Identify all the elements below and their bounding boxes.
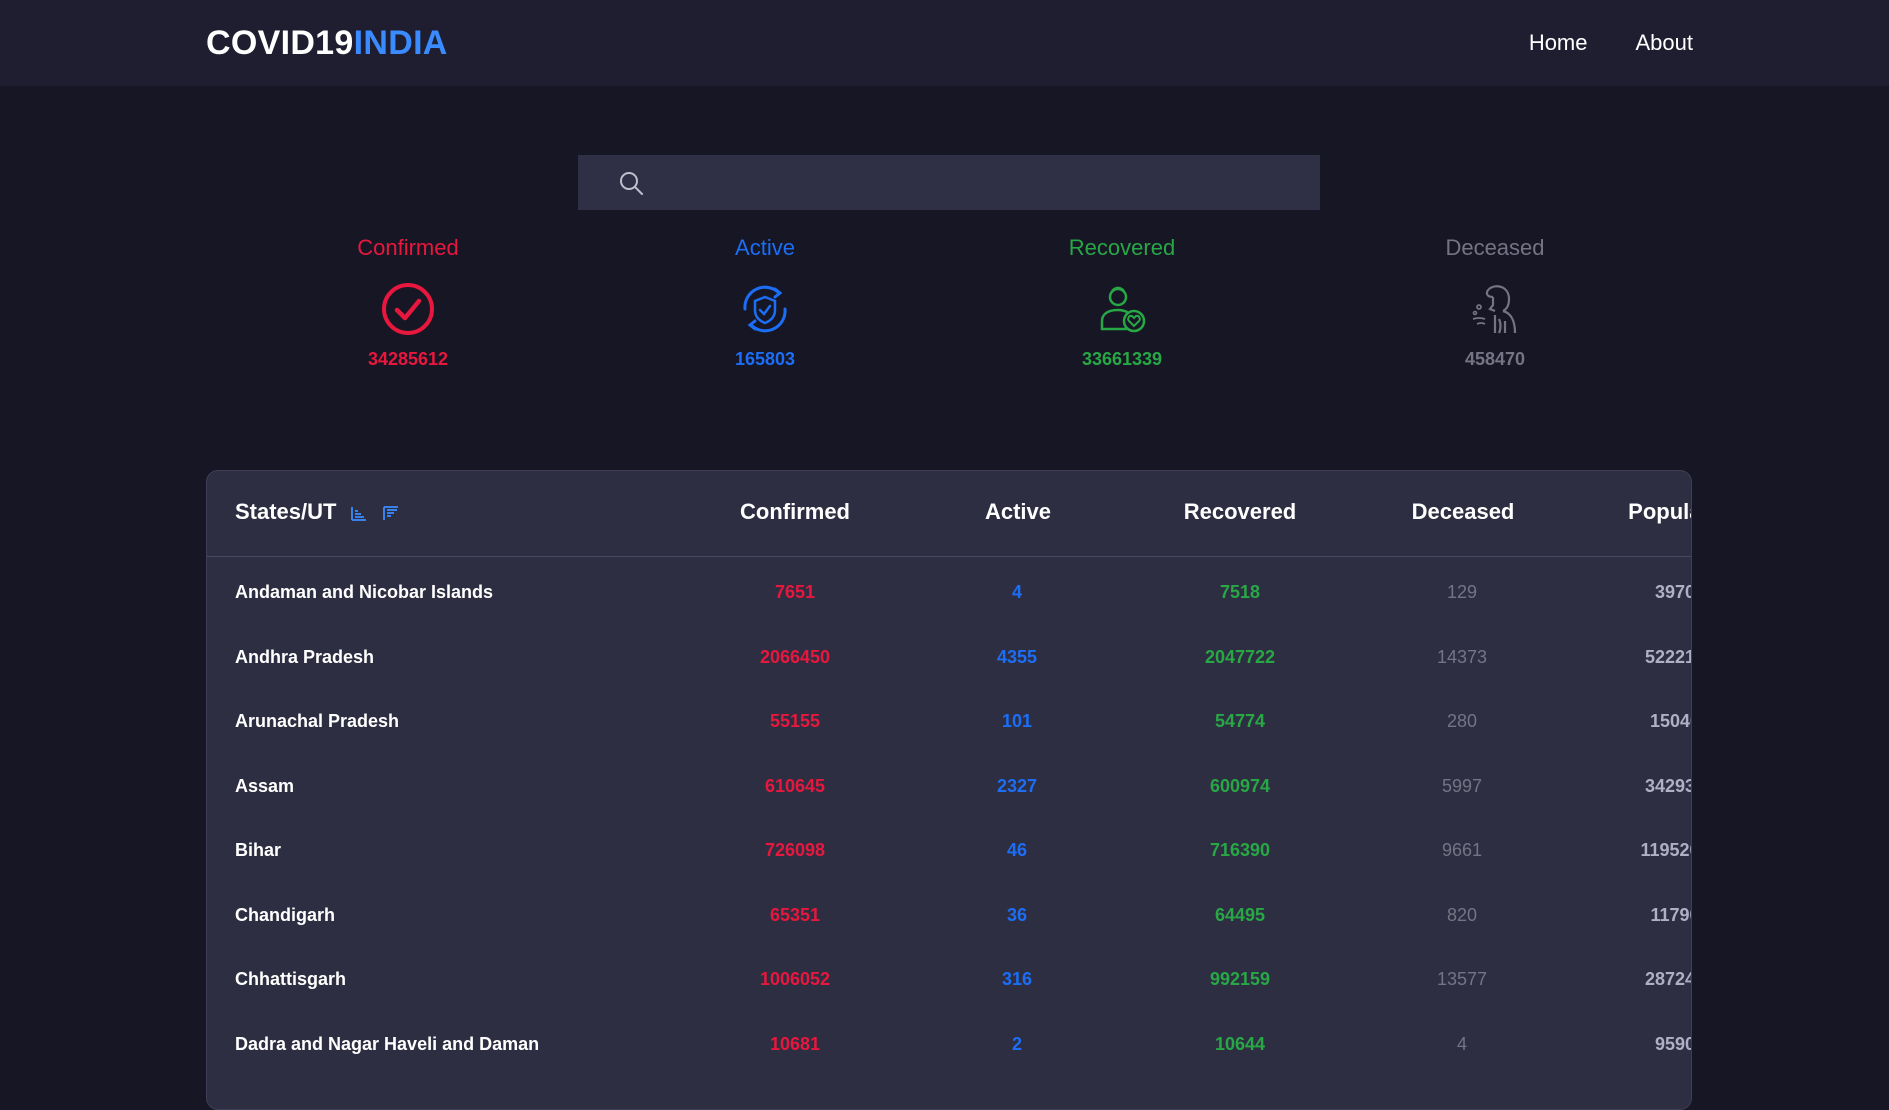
header-deceased[interactable]: Deceased — [1348, 499, 1578, 525]
navbar: COVID19INDIA Home About — [0, 0, 1889, 86]
search-icon[interactable] — [616, 168, 646, 198]
cell-recovered: 54774 — [1214, 711, 1266, 731]
stat-confirmed-value: 34285612 — [367, 349, 449, 369]
header-active[interactable]: Active — [903, 499, 1133, 525]
cell-deceased: 4 — [1456, 1033, 1467, 1054]
cell-active: 36 — [1006, 904, 1028, 925]
stat-active-label: Active — [735, 235, 795, 260]
cell-population: 1504000 — [1649, 711, 1691, 731]
cell-state: Andhra Pradesh — [235, 646, 375, 667]
header-states: States/UT — [235, 499, 400, 525]
sort-descending-icon[interactable] — [382, 503, 400, 521]
cell-recovered: 992159 — [1209, 969, 1271, 989]
nav-links: Home About — [1529, 30, 1693, 56]
cell-active: 4 — [1011, 582, 1022, 602]
stat-recovered-value: 33661339 — [1081, 349, 1163, 369]
cell-state: Bihar — [235, 840, 282, 860]
cell-deceased: 5997 — [1441, 775, 1483, 796]
cell-confirmed: 10681 — [769, 1033, 821, 1054]
cell-recovered: 2047722 — [1204, 646, 1276, 667]
cell-recovered: 7518 — [1219, 582, 1261, 602]
search-bar — [578, 155, 1320, 210]
brand-text-covid19: COVID19 — [206, 24, 354, 62]
cell-state: Dadra and Nagar Haveli and Daman — [235, 1033, 540, 1054]
cell-confirmed: 7651 — [774, 582, 816, 602]
table-row[interactable]: Bihar 726098 46 716390 9661 119520000 — [207, 818, 1691, 882]
table-row[interactable]: Chandigarh 65351 36 64495 820 1179000 — [207, 883, 1691, 947]
cell-deceased: 129 — [1446, 582, 1478, 602]
stat-deceased-label: Deceased — [1445, 235, 1545, 260]
cell-population: 397000 — [1654, 582, 1691, 602]
cell-confirmed: 2066450 — [759, 646, 831, 667]
cell-confirmed: 610645 — [764, 775, 826, 796]
cell-state: Arunachal Pradesh — [235, 711, 400, 731]
cell-deceased: 820 — [1446, 904, 1478, 925]
table-row[interactable]: Arunachal Pradesh 55155 101 54774 280 1504000 — [207, 689, 1691, 753]
cell-confirmed: 55155 — [769, 711, 821, 731]
stat-confirmed-label: Confirmed — [357, 235, 459, 260]
nav-about-link[interactable]: About — [1636, 30, 1694, 56]
stat-deceased: Deceased 458470 — [1375, 235, 1615, 370]
nav-home-link[interactable]: Home — [1529, 30, 1588, 56]
header-recovered[interactable]: Recovered — [1125, 499, 1355, 525]
stat-recovered: Recovered 33661339 — [1002, 235, 1242, 370]
cell-population: 1179000 — [1650, 904, 1691, 925]
cell-active: 316 — [1001, 969, 1033, 989]
cell-recovered: 64495 — [1214, 904, 1266, 925]
stat-deceased-value: 458470 — [1464, 349, 1526, 369]
table-row[interactable]: Andhra Pradesh 2066450 4355 2047722 14373 522… — [207, 625, 1691, 689]
cell-deceased: 14373 — [1436, 646, 1488, 667]
cell-state: Chhattisgarh — [235, 969, 347, 989]
cell-state: Andaman and Nicobar Islands — [235, 582, 494, 602]
cell-active: 101 — [1001, 711, 1033, 731]
stat-active-value: 165803 — [734, 349, 796, 369]
person-heart-icon — [1100, 286, 1146, 333]
table-header: States/UT Confirmed Active Recovered Dec… — [207, 471, 1691, 557]
sick-person-icon — [1472, 285, 1517, 334]
cell-confirmed: 726098 — [764, 840, 826, 860]
stat-recovered-label: Recovered — [1068, 235, 1176, 260]
header-population[interactable]: Population — [1570, 499, 1691, 525]
stat-confirmed: Confirmed 34285612 — [288, 235, 528, 370]
table-row[interactable]: Andaman and Nicobar Islands 7651 4 7518 129 3… — [207, 560, 1691, 624]
shield-check-icon — [743, 285, 787, 333]
cell-state: Chandigarh — [235, 904, 336, 925]
cell-active: 2 — [1011, 1033, 1022, 1054]
cell-deceased: 9661 — [1441, 840, 1483, 860]
cell-active: 2327 — [996, 775, 1038, 796]
cell-confirmed: 1006052 — [759, 969, 831, 989]
sort-ascending-icon[interactable] — [350, 503, 368, 521]
search-input[interactable] — [660, 155, 1320, 210]
cell-state: Assam — [235, 775, 295, 796]
table-row[interactable]: Chhattisgarh 1006052 316 992159 13577 2872400… — [207, 947, 1691, 1011]
stat-active: Active 165803 — [645, 235, 885, 370]
cell-recovered: 10644 — [1214, 1033, 1266, 1054]
cell-recovered: 716390 — [1209, 840, 1271, 860]
brand-logo[interactable]: COVID19INDIA — [206, 24, 448, 63]
cell-recovered: 600974 — [1209, 775, 1271, 796]
cell-population: 959000 — [1654, 1033, 1691, 1054]
check-circle-icon — [382, 283, 434, 335]
cell-population: 28724000 — [1644, 969, 1691, 989]
cell-population: 34293000 — [1644, 775, 1691, 796]
brand-text-india: INDIA — [353, 24, 448, 62]
cell-population: 52221000 — [1644, 646, 1691, 667]
header-confirmed[interactable]: Confirmed — [680, 499, 910, 525]
table-row[interactable]: Dadra and Nagar Haveli and Daman 10681 2 10… — [207, 1012, 1691, 1076]
cell-deceased: 13577 — [1436, 969, 1488, 989]
cell-deceased: 280 — [1446, 711, 1478, 731]
table-row[interactable]: Assam 610645 2327 600974 5997 34293000 — [207, 754, 1691, 818]
cell-active: 4355 — [996, 646, 1038, 667]
cell-confirmed: 65351 — [769, 904, 821, 925]
header-states-label: States/UT — [235, 499, 337, 524]
cell-population: 119520000 — [1640, 840, 1691, 860]
states-table: States/UT Confirmed Active Recovered Dec… — [206, 470, 1692, 1110]
cell-active: 46 — [1006, 840, 1028, 860]
